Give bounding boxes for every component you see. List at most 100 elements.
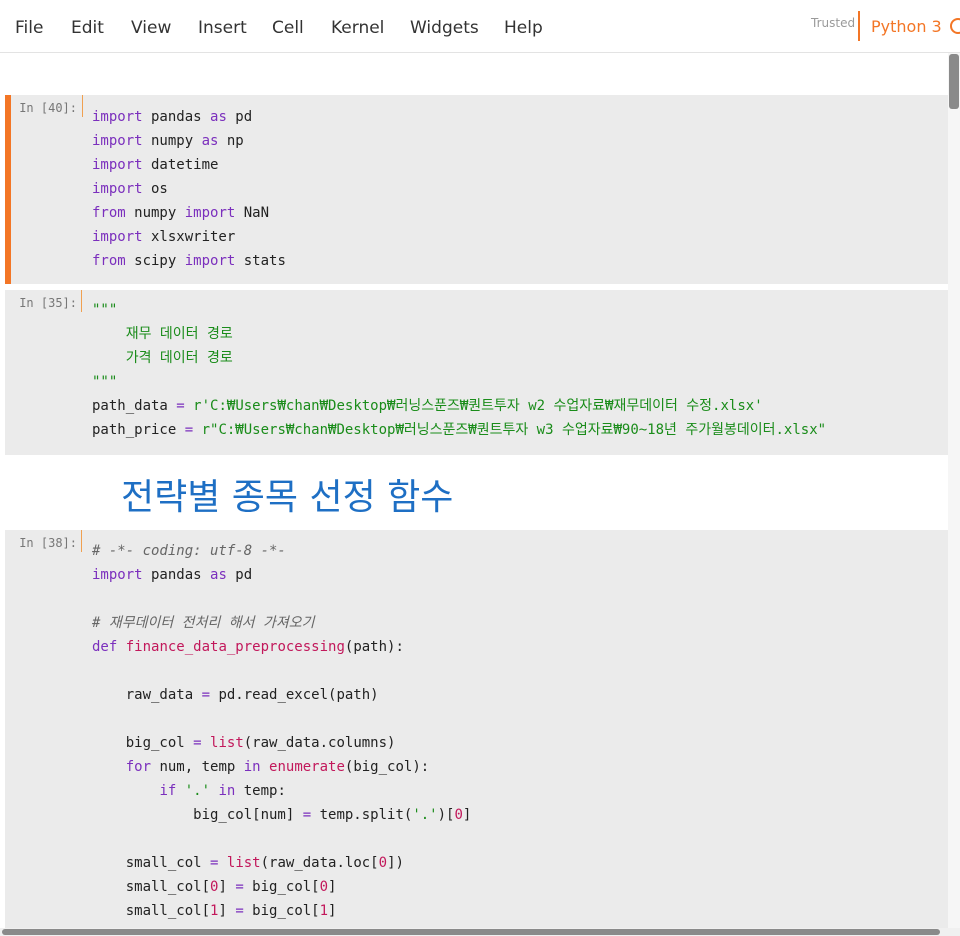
prompt-border: [82, 95, 83, 117]
code-token: small_col[: [92, 903, 211, 919]
code-token: 0: [378, 855, 388, 871]
code-line: import xlsxwriter: [92, 225, 286, 249]
code-token: datetime: [142, 157, 219, 173]
code-token: for: [125, 759, 152, 775]
code-token: xlsxwriter: [142, 229, 236, 245]
code-token: =: [302, 807, 312, 823]
code-token: numpy: [125, 205, 185, 221]
code-cell[interactable]: In [40]: import pandas as pd import numpy…: [5, 95, 948, 284]
menu-cell[interactable]: Cell: [272, 18, 304, 38]
code-token: '.': [412, 807, 438, 823]
code-token: def: [92, 639, 118, 655]
menu-widgets[interactable]: Widgets: [410, 18, 479, 38]
cell-prompt: In [38]:: [19, 536, 77, 550]
code-token: 0: [454, 807, 463, 823]
menu-help[interactable]: Help: [504, 18, 543, 38]
code-token: """: [92, 374, 118, 390]
code-token: import: [184, 205, 236, 221]
kernel-status-icon: [950, 18, 960, 34]
code-line: small_col[1] = big_col[1]: [92, 899, 471, 923]
code-token: =: [201, 687, 211, 703]
code-token: =: [235, 903, 244, 919]
code-token: import: [92, 181, 143, 197]
code-line: path_price = r"C:₩Users₩chan₩Desktop₩러닝스…: [92, 418, 826, 442]
code-line: 가격 데이터 경로: [92, 346, 826, 370]
code-line: big_col = list(raw_data.columns): [92, 731, 471, 755]
code-token: r"C:₩Users₩chan₩Desktop₩러닝스푼즈₩퀀트투자 w3 수업…: [201, 422, 827, 438]
code-token: pd.read_excel(path): [210, 687, 379, 703]
code-cell[interactable]: In [38]: # -*- coding: utf-8 -*- import p…: [5, 530, 948, 928]
code-token: temp.split(: [311, 807, 413, 823]
menu-view[interactable]: View: [131, 18, 171, 38]
code-token: =: [235, 879, 244, 895]
menu-edit[interactable]: Edit: [71, 18, 104, 38]
code-editor[interactable]: """ 재무 데이터 경로 가격 데이터 경로 """ path_data = r'…: [92, 298, 826, 442]
menu-kernel[interactable]: Kernel: [331, 18, 384, 38]
code-token: ]: [462, 807, 472, 823]
code-token: # 재무데이터 전처리 해서 가져오기: [92, 615, 315, 631]
code-line: if '.' in temp:: [92, 779, 471, 803]
code-token: ]: [218, 879, 236, 895]
cell-prompt: In [40]:: [19, 101, 77, 115]
code-token: in: [243, 759, 261, 775]
code-token: pandas: [142, 567, 211, 583]
kernel-name[interactable]: Python 3: [871, 17, 942, 36]
code-token: 가격 데이터 경로: [92, 350, 233, 366]
code-token: ]: [328, 879, 337, 895]
prompt-border: [81, 290, 82, 312]
code-line: """: [92, 370, 826, 394]
code-token: ]: [328, 903, 337, 919]
trusted-indicator[interactable]: Trusted: [811, 16, 855, 30]
code-token: (big_col):: [344, 759, 430, 775]
code-line: import pandas as pd: [92, 105, 286, 129]
menu-insert[interactable]: Insert: [198, 18, 247, 38]
code-token: big_col[: [243, 903, 320, 919]
code-line: def finance_data_preprocessing(path):: [92, 635, 471, 659]
code-line: # -*- coding: utf-8 -*-: [92, 539, 471, 563]
code-editor[interactable]: # -*- coding: utf-8 -*- import pandas as …: [92, 539, 471, 923]
code-token: import: [92, 567, 143, 583]
code-token: (path):: [344, 639, 404, 655]
code-token: from: [92, 205, 126, 221]
code-token: =: [184, 422, 194, 438]
code-line: import os: [92, 177, 286, 201]
notebook-container: In [40]: import pandas as pd import numpy…: [0, 53, 948, 928]
code-token: 재무 데이터 경로: [92, 326, 233, 342]
code-token: ]: [218, 903, 236, 919]
cell-prompt: In [35]:: [19, 296, 77, 310]
code-token: finance_data_preprocessing: [125, 639, 345, 655]
code-token: os: [142, 181, 168, 197]
code-token: as: [201, 133, 219, 149]
vertical-scrollbar-thumb[interactable]: [949, 54, 959, 109]
code-line: import datetime: [92, 153, 286, 177]
code-token: pandas: [142, 109, 211, 125]
code-token: scipy: [125, 253, 185, 269]
code-token: small_col[: [92, 879, 211, 895]
code-editor[interactable]: import pandas as pd import numpy as np imp…: [92, 105, 286, 273]
prompt-border: [81, 530, 82, 552]
code-token: as: [210, 567, 227, 583]
code-line: small_col = list(raw_data.loc[0]): [92, 851, 471, 875]
code-cell[interactable]: In [35]: """ 재무 데이터 경로 가격 데이터 경로 """ path_…: [5, 290, 948, 455]
code-token: (raw_data.loc[: [260, 855, 379, 871]
code-token: NaN: [235, 205, 270, 221]
horizontal-scrollbar-thumb[interactable]: [2, 929, 940, 935]
code-token: from: [92, 253, 126, 269]
vertical-scrollbar[interactable]: [948, 53, 960, 928]
code-token: numpy: [142, 133, 202, 149]
markdown-heading: 전략별 종목 선정 함수: [121, 477, 454, 518]
code-token: as: [210, 109, 227, 125]
menu-file[interactable]: File: [15, 18, 43, 38]
code-token: 1: [319, 903, 329, 919]
code-token: )[: [437, 807, 455, 823]
code-line: from numpy import NaN: [92, 201, 286, 225]
code-token: pd: [226, 567, 253, 583]
menu-bar: File Edit View Insert Cell Kernel Widget…: [0, 0, 960, 53]
